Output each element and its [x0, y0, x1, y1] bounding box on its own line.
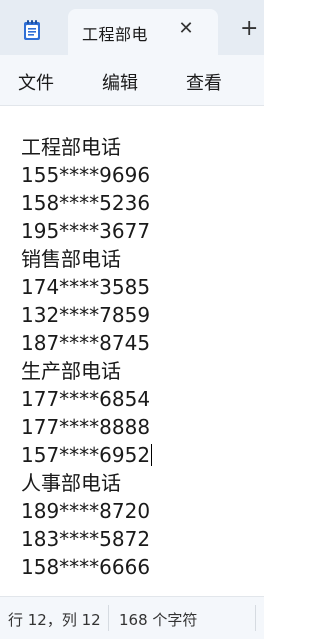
menu-file[interactable]: 文件: [18, 69, 54, 95]
menu-edit[interactable]: 编辑: [102, 69, 138, 95]
menu-view[interactable]: 查看: [186, 69, 222, 95]
status-bar: 行 12，列 12 168 个字符: [0, 596, 264, 639]
character-count: 168 个字符: [119, 611, 198, 629]
text-line: 销售部电话: [21, 247, 121, 271]
text-line: 157****6952: [21, 441, 153, 469]
line-text: 157****6952: [21, 443, 151, 467]
plus-icon[interactable]: +: [240, 18, 258, 40]
tab-document[interactable]: 工程部电 ✕: [68, 9, 218, 55]
tab-title: 工程部电: [82, 25, 149, 44]
text-line: 158****6666: [21, 555, 151, 579]
text-line: 195****3677: [21, 219, 151, 243]
text-line: 132****7859: [21, 303, 151, 327]
menu-bar: 文件 编辑 查看: [0, 55, 264, 106]
text-line: 187****8745: [21, 331, 151, 355]
close-icon[interactable]: ✕: [176, 19, 196, 39]
notepad-window: 工程部电 ✕ + 文件 编辑 查看 工程部电话 155****9696 158*…: [0, 0, 264, 639]
cursor-position: 行 12，列 12: [8, 611, 101, 629]
status-divider: [108, 605, 109, 631]
text-content: 工程部电话 155****9696 158****5236 195****367…: [21, 133, 153, 581]
text-line: 155****9696: [21, 163, 151, 187]
text-line: 158****5236: [21, 191, 151, 215]
text-editor[interactable]: 工程部电话 155****9696 158****5236 195****367…: [0, 106, 264, 596]
text-line: 183****5872: [21, 527, 151, 551]
status-divider: [255, 605, 256, 631]
title-tab-bar: 工程部电 ✕ +: [0, 0, 264, 55]
text-line: 177****8888: [21, 415, 151, 439]
text-caret: [151, 444, 153, 466]
text-line: 工程部电话: [21, 135, 121, 159]
text-line: 177****6854: [21, 387, 151, 411]
notepad-icon: [22, 19, 42, 41]
text-line: 189****8720: [21, 499, 151, 523]
text-line: 生产部电话: [21, 359, 121, 383]
text-line: 174****3585: [21, 275, 151, 299]
text-line: 人事部电话: [21, 471, 121, 495]
